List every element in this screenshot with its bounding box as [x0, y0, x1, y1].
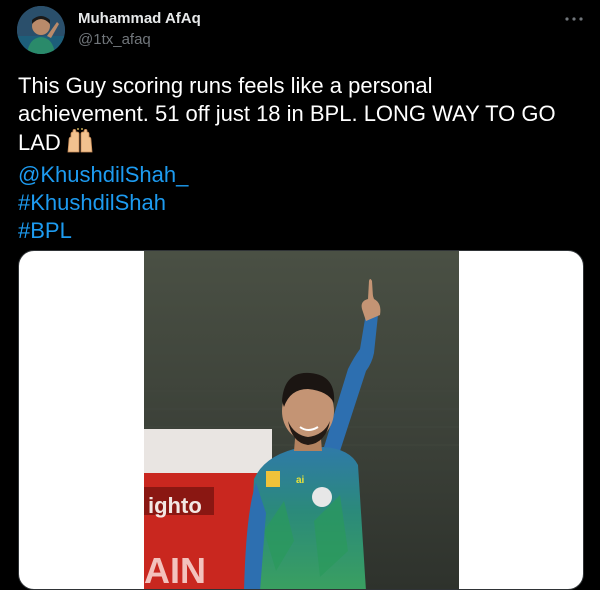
background-sign-text: AIN: [144, 550, 206, 590]
avatar[interactable]: [17, 6, 65, 54]
tweet-text-line: LAD: [18, 130, 61, 155]
svg-text:ai: ai: [296, 475, 305, 486]
hashtag-link[interactable]: #BPL: [18, 217, 583, 245]
tweet-text-line-last: LAD: [18, 128, 583, 161]
more-options-icon[interactable]: [560, 6, 588, 32]
tweet-text-line: This Guy scoring runs feels like a perso…: [18, 73, 433, 98]
tweet-text: This Guy scoring runs feels like a perso…: [18, 72, 583, 245]
author-handle[interactable]: @1tx_afaq: [78, 31, 151, 48]
author-display-name[interactable]: Muhammad AfAq: [78, 10, 201, 27]
background-sign-text: ighto: [148, 493, 202, 518]
avatar-image: [17, 6, 65, 54]
tweet-media[interactable]: ighto AIN ai: [18, 250, 584, 590]
tweet-card[interactable]: Muhammad AfAq @1tx_afaq This Guy scoring…: [0, 0, 600, 590]
hashtag-link[interactable]: #KhushdilShah: [18, 189, 583, 217]
tweet-text-line: achievement. 51 off just 18 in BPL. LONG…: [18, 101, 556, 126]
mention-link[interactable]: @KhushdilShah_: [18, 161, 583, 189]
cricketer-celebrating-photo[interactable]: ighto AIN ai: [144, 251, 459, 590]
raising-hands-emoji: [65, 128, 95, 161]
